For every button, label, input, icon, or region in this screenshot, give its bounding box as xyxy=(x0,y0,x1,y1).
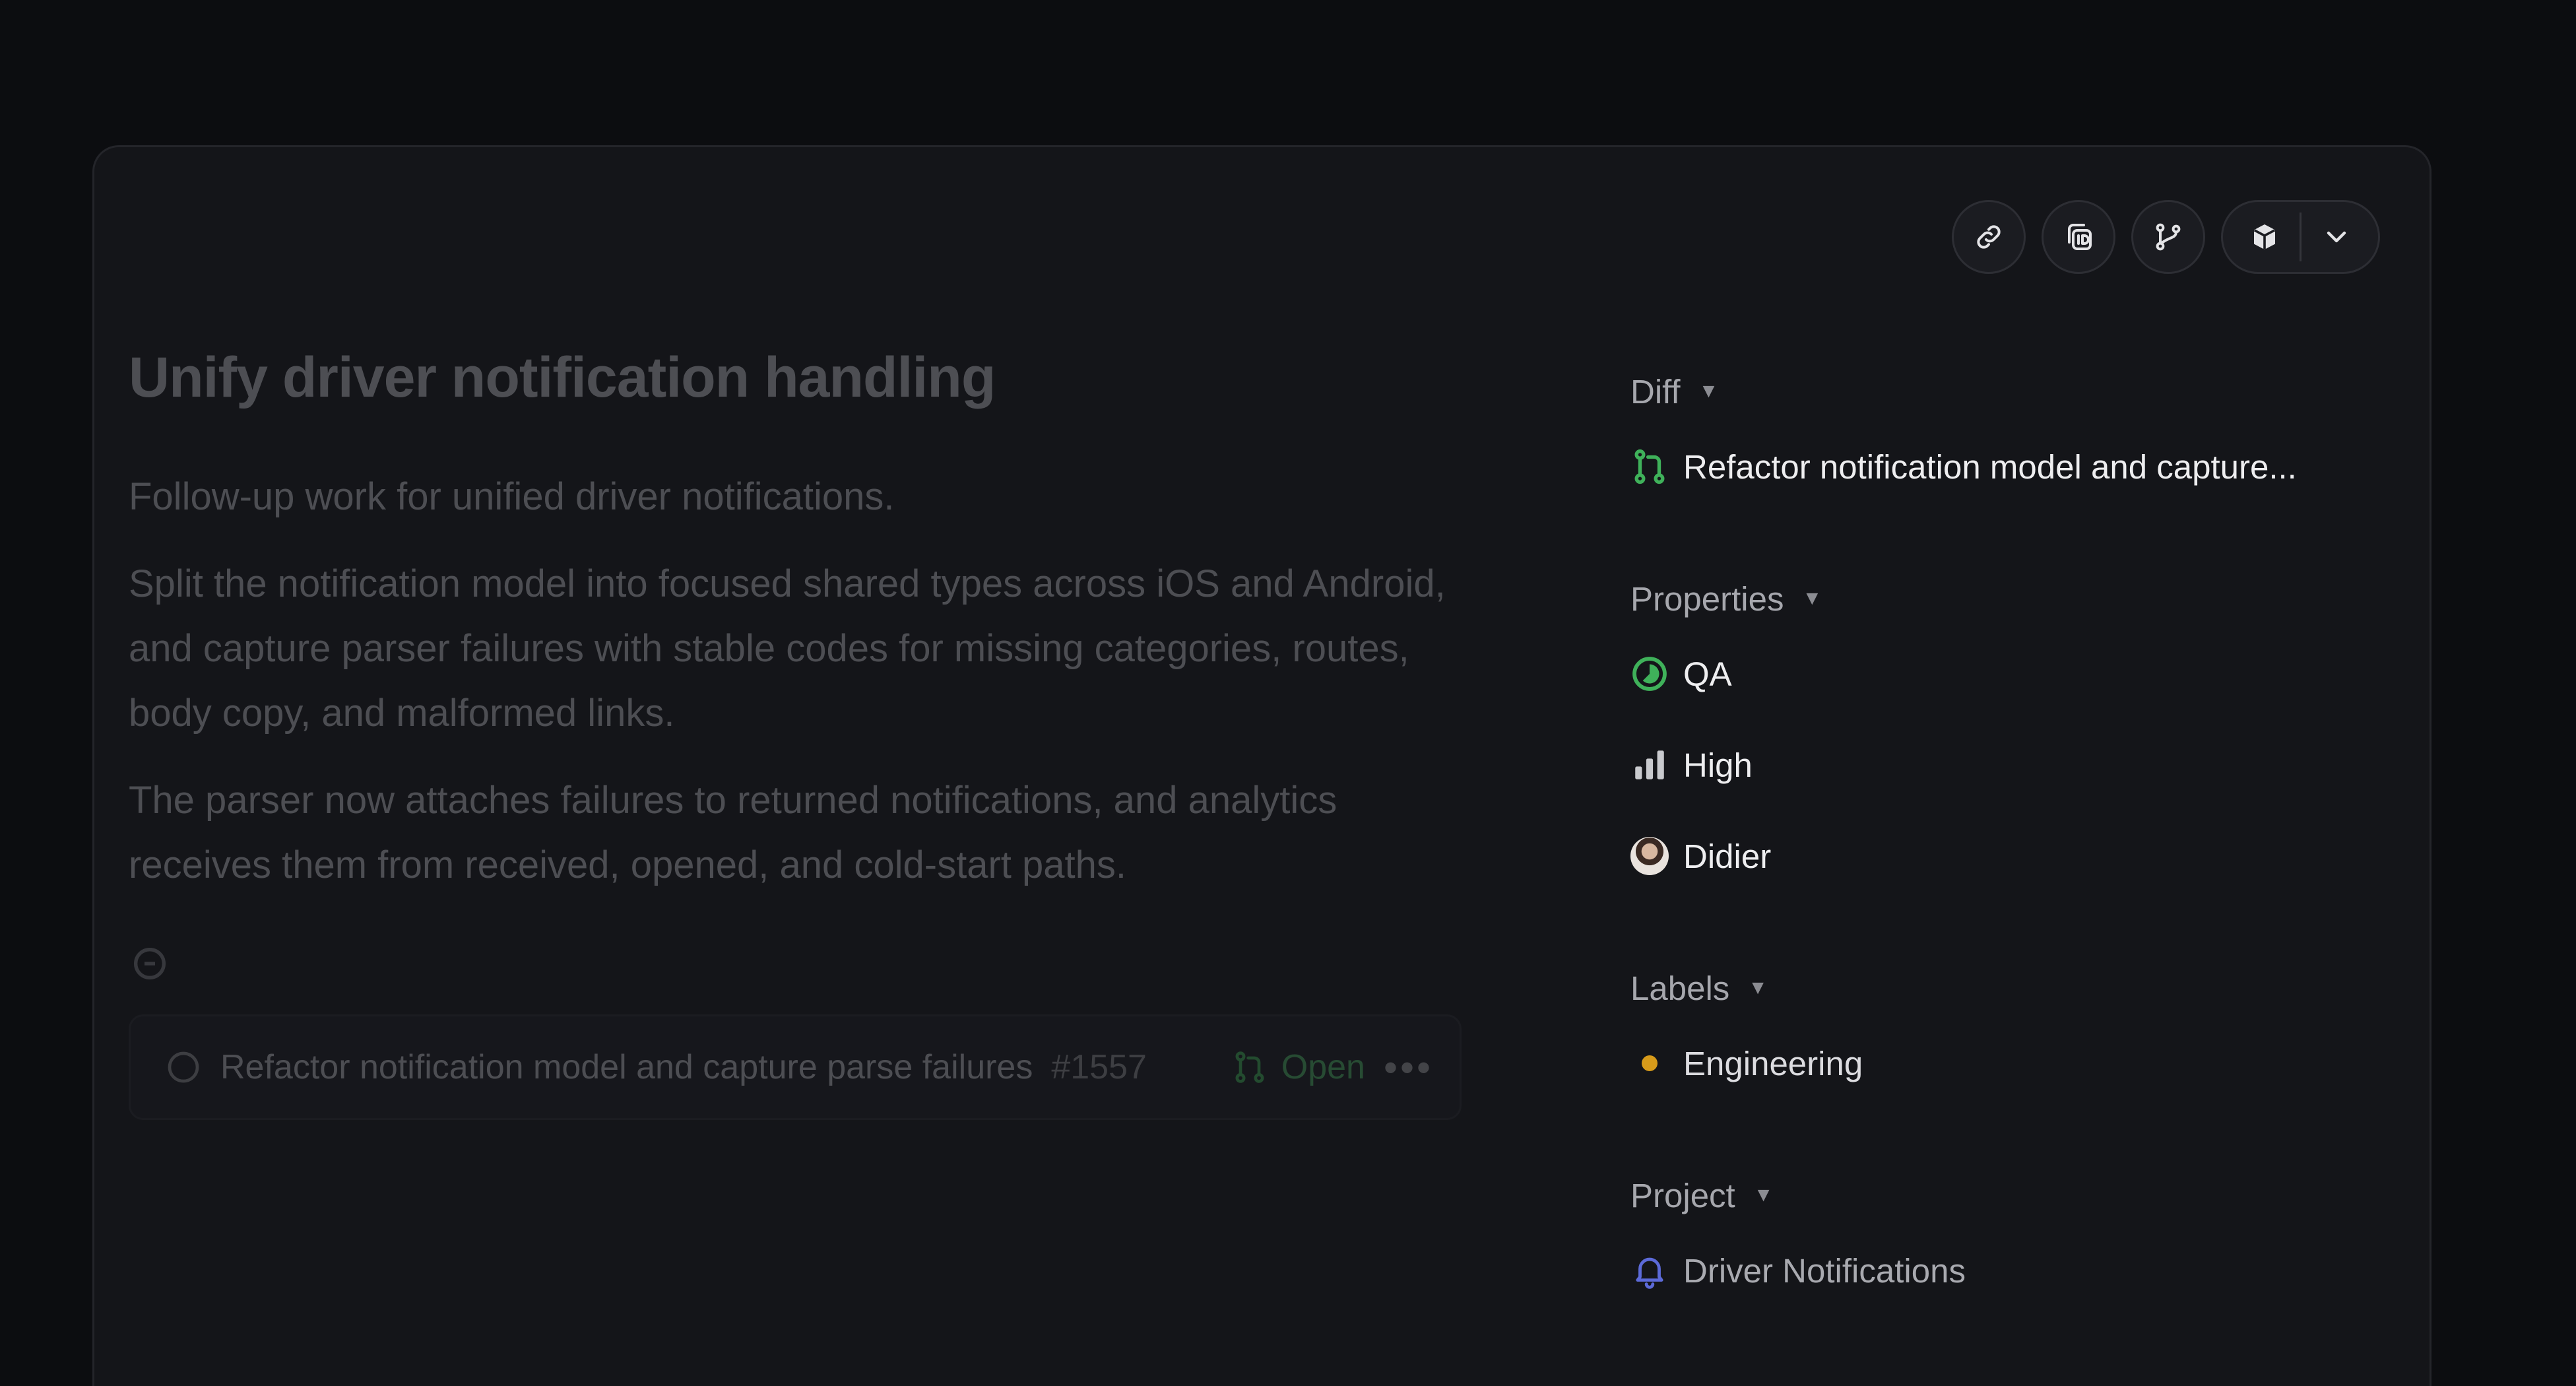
priority-high-icon xyxy=(1635,750,1664,779)
status-label: QA xyxy=(1683,655,1732,693)
pr-more-button[interactable]: ••• xyxy=(1384,1045,1433,1090)
project-item[interactable]: Driver Notifications xyxy=(1630,1243,2383,1298)
properties-section-header[interactable]: Properties ▼ xyxy=(1630,571,2383,626)
open-in-app-button[interactable] xyxy=(2230,202,2300,272)
status-property[interactable]: QA xyxy=(1630,646,2383,702)
properties-header-label: Properties xyxy=(1630,579,1784,618)
pr-status-label: Open xyxy=(1281,1048,1365,1086)
issue-toolbar xyxy=(1952,200,2380,274)
pr-number: #1557 xyxy=(1051,1048,1147,1086)
description-paragraph[interactable]: Split the notification model into focuse… xyxy=(129,552,1462,746)
status-in-progress-icon xyxy=(1632,657,1667,691)
caret-down-icon: ▼ xyxy=(1698,380,1719,402)
diff-item-label: Refactor notification model and capture.… xyxy=(1683,447,2297,486)
caret-down-icon: ▼ xyxy=(1748,977,1768,999)
description-paragraph[interactable]: The parser now attaches failures to retu… xyxy=(129,768,1462,898)
label-item[interactable]: Engineering xyxy=(1630,1036,2383,1091)
more-options-button[interactable] xyxy=(2302,202,2371,272)
priority-property[interactable]: High xyxy=(1630,737,2383,793)
github-icon xyxy=(168,1051,199,1083)
linked-pull-request[interactable]: Refactor notification model and capture … xyxy=(129,1014,1462,1120)
copy-link-button[interactable] xyxy=(1952,200,2026,274)
attachment-icon[interactable] xyxy=(129,942,171,985)
package-icon xyxy=(2253,224,2276,249)
label-color-dot xyxy=(1642,1055,1658,1071)
issue-title[interactable]: Unify driver notification handling xyxy=(129,345,1580,411)
open-in-app-group xyxy=(2221,200,2380,274)
pr-status: Open xyxy=(1231,1047,1365,1087)
issue-panel: Unify driver notification handling Follo… xyxy=(92,145,2431,1386)
chevron-down-icon xyxy=(2327,231,2346,243)
pull-request-icon xyxy=(1634,449,1665,484)
git-branch-icon xyxy=(2156,223,2181,251)
diff-item[interactable]: Refactor notification model and capture.… xyxy=(1630,439,2383,494)
app-background: Unify driver notification handling Follo… xyxy=(0,0,2576,1386)
project-header-label: Project xyxy=(1630,1176,1735,1214)
avatar xyxy=(1630,837,1669,875)
pr-title: Refactor notification model and capture … xyxy=(220,1048,1033,1086)
diff-header-label: Diff xyxy=(1630,372,1681,411)
copy-id-icon xyxy=(2068,224,2092,250)
label-name: Engineering xyxy=(1683,1044,1863,1082)
bell-icon xyxy=(1636,1257,1663,1289)
pull-request-icon xyxy=(1235,1051,1264,1083)
labels-section-header[interactable]: Labels ▼ xyxy=(1630,960,2383,1016)
caret-down-icon: ▼ xyxy=(1753,1184,1774,1206)
copy-id-button[interactable] xyxy=(2042,200,2115,274)
priority-label: High xyxy=(1683,746,1753,784)
diff-section-header[interactable]: Diff ▼ xyxy=(1630,364,2383,419)
issue-body: Unify driver notification handling Follo… xyxy=(129,345,1580,1120)
labels-header-label: Labels xyxy=(1630,969,1730,1007)
project-name: Driver Notifications xyxy=(1683,1251,1966,1290)
link-icon xyxy=(1977,225,2001,249)
project-section-header[interactable]: Project ▼ xyxy=(1630,1168,2383,1223)
assignee-property[interactable]: Didier xyxy=(1630,828,2383,884)
copy-branch-button[interactable] xyxy=(2131,200,2205,274)
caret-down-icon: ▼ xyxy=(1802,587,1822,609)
assignee-label: Didier xyxy=(1683,837,1772,875)
description-paragraph[interactable]: Follow-up work for unified driver notifi… xyxy=(129,465,1580,529)
issue-sidebar: Diff ▼ Refactor notification model and c… xyxy=(1630,364,2383,1298)
